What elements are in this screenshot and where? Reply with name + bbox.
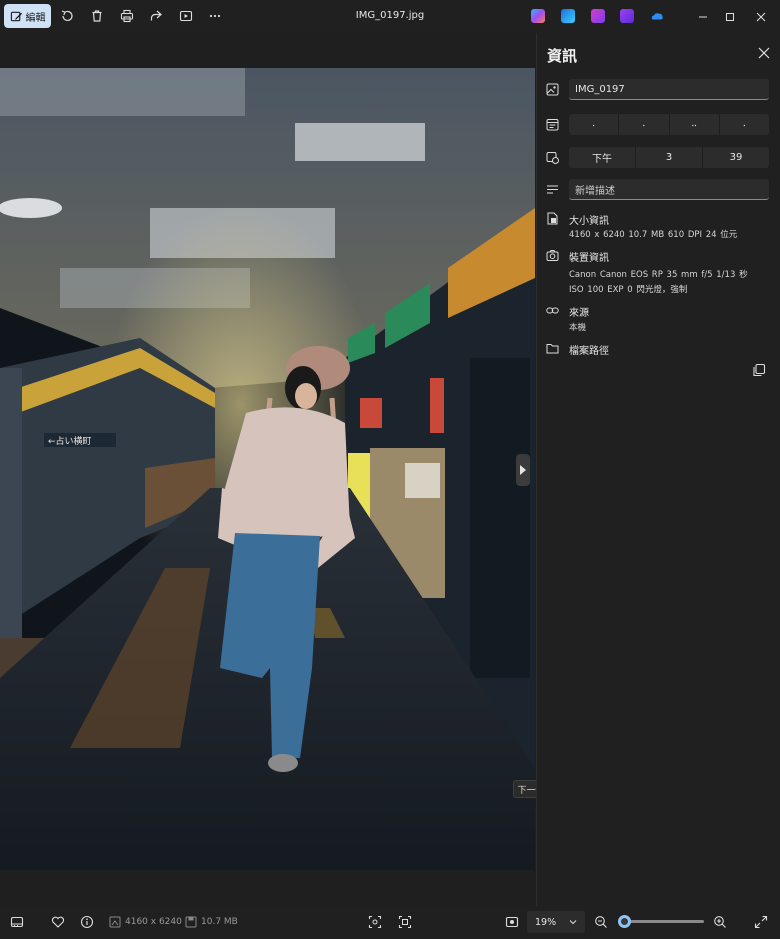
zoom-slider-thumb[interactable] [618,915,631,928]
rotate-icon [61,10,73,22]
edit-button[interactable]: 編輯 [4,4,51,28]
save-icon [185,916,197,928]
description-icon [547,185,558,194]
zoom-value: 19% [535,916,557,928]
date-selector[interactable]: ⸱ ⸱ ⸱⸱ ⸱ [569,114,769,135]
panel-title: 資訊 [547,47,578,65]
image-icon [546,83,559,96]
time-minute[interactable]: 39 [703,147,769,168]
device-label: 裝置資訊 [569,253,609,264]
print-icon [120,9,134,23]
clipchamp-icon[interactable] [591,9,605,23]
date-segment-4[interactable]: ⸱ [720,114,769,135]
description-field[interactable]: 新增描述 [569,179,769,200]
camera-icon [546,250,559,261]
device-details-line1: Canon Canon EOS RP 35 mm f/5 1/13 秒 [569,270,748,280]
photo-image: ←占い横町 [0,68,535,870]
dimensions-icon [109,916,121,928]
link-icon [546,307,559,314]
calendar-icon [546,119,559,131]
fit-to-window-icon[interactable] [505,915,519,929]
svg-text:←占い横町: ←占い横町 [48,435,92,447]
dimensions-text: 4160 x 6240 [125,917,182,927]
clock-calendar-icon [546,152,559,164]
chevron-right-icon [520,465,526,475]
designer-icon[interactable] [561,9,575,23]
delete-button[interactable] [85,4,109,28]
date-segment-1[interactable]: ⸱ [569,114,620,135]
more-button[interactable] [203,4,227,28]
edit-icon [10,11,22,21]
favorite-icon[interactable] [51,915,65,929]
time-selector[interactable]: 下午 3 39 [569,147,769,168]
onedrive-icon[interactable] [650,9,664,23]
photo-view[interactable]: ←占い横町 [0,68,535,870]
zoom-in-icon[interactable] [713,915,727,929]
minimize-icon [699,16,707,17]
crop-focus-icon[interactable] [368,915,382,929]
device-details-line2: ISO 100 EXP 0 閃光燈，強制 [569,285,688,295]
fullscreen-icon[interactable] [754,915,768,929]
copy-icon[interactable] [752,363,766,377]
copilot-icon[interactable] [531,9,545,23]
path-label: 檔案路徑 [569,346,609,357]
rotate-button[interactable] [55,4,79,28]
edit-button-label: 編輯 [25,12,46,24]
clipchamp2-icon[interactable] [620,9,634,23]
folder-icon [546,344,559,354]
slideshow-icon [179,10,193,22]
date-segment-3[interactable]: ⸱⸱ [670,114,720,135]
delete-icon [92,10,102,22]
share-icon [150,10,162,21]
title-bar: 編輯 IMG_0197.jpg [0,0,780,33]
filesize-text: 10.7 MB [201,917,238,927]
source-value: 本機 [569,323,587,333]
close-icon [756,12,766,21]
share-button[interactable] [144,4,168,28]
print-button[interactable] [115,4,139,28]
close-window-button[interactable] [744,0,778,33]
more-icon [209,14,221,18]
size-details: 4160 x 6240 10.7 MB 610 DPI 24 位元 [569,230,738,240]
time-period[interactable]: 下午 [569,147,636,168]
file-name-field[interactable]: IMG_0197 [569,79,769,100]
zoom-slider-track[interactable] [622,920,704,923]
next-photo-button[interactable] [516,454,530,486]
time-hour[interactable]: 3 [636,147,703,168]
visual-search-icon[interactable] [398,915,412,929]
close-panel-icon[interactable] [757,46,771,60]
date-segment-2[interactable]: ⸱ [619,114,670,135]
maximize-icon [726,12,734,21]
chevron-down-icon [569,920,577,925]
zoom-dropdown[interactable]: 19% [527,911,585,933]
size-label: 大小資訊 [569,216,609,227]
zoom-out-icon[interactable] [594,915,608,929]
maximize-button[interactable] [713,0,747,33]
info-panel: 資訊 IMG_0197 ⸱ ⸱ ⸱⸱ ⸱ 下午 3 39 新增描述 大小資訊 4… [536,33,780,906]
file-size-icon [547,212,558,225]
source-label: 來源 [569,308,589,319]
info-icon[interactable] [80,915,94,929]
window-title: IMG_0197.jpg [355,10,425,21]
slideshow-button[interactable] [174,4,198,28]
filmstrip-icon[interactable] [10,915,24,929]
